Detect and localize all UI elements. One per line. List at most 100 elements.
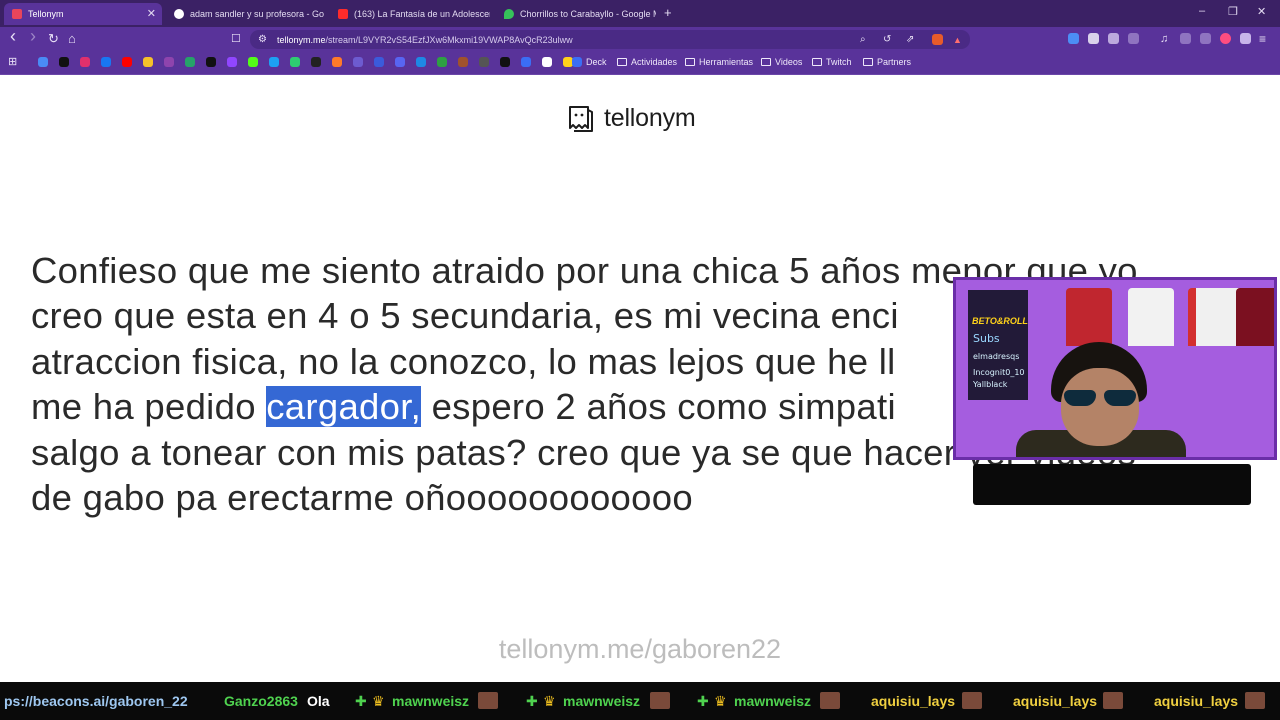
wallet-icon[interactable] [1240,33,1251,44]
bookmark-icon[interactable] [143,57,153,67]
sub-badge-icon: ✚ [355,693,367,709]
emote-icon [1103,692,1123,709]
rewards-icon[interactable]: ▲ [953,33,962,47]
folder-icon [863,58,873,66]
reload-button[interactable]: ↻ [48,32,59,46]
tiktok-icon[interactable] [59,57,69,67]
restore-button[interactable]: ❐ [1228,5,1238,18]
media-icon[interactable]: ♫ [1160,32,1168,46]
folder-icon [812,58,822,66]
folder-icon [761,58,771,66]
sidebar-icon[interactable] [1180,33,1191,44]
bookmark-icon[interactable] [416,57,426,67]
jersey-decoration [1128,288,1174,346]
emote-icon [478,692,498,709]
bookmark-icon[interactable] [437,57,447,67]
home-button[interactable]: ⌂ [68,32,76,46]
ticker-username: mawnweisz [734,693,812,709]
cam-sub-name: Yallblack [973,380,1008,389]
confession-line: atraccion fisica, no la conozco, lo mas … [31,340,896,382]
minimize-button[interactable]: – [1199,5,1205,17]
forward-button[interactable]: › [30,27,36,45]
bookmark-icon[interactable] [38,57,48,67]
extension-icon[interactable] [1068,33,1079,44]
folder-icon [685,58,695,66]
menu-icon[interactable]: ≡ [1259,32,1266,46]
tellonym-logo-icon [569,106,593,132]
emote-icon [820,692,840,709]
bookmark-folder-herramientas[interactable]: Herramientas [685,57,753,67]
bookmark-icon[interactable] [185,57,195,67]
confession-line: me ha pedido [31,386,267,428]
bookmark-icon[interactable]: ☐ [231,32,241,46]
bookmark-deck[interactable]: Deck [572,57,607,67]
tab-label: Tellonym [28,9,64,19]
profile-avatar-icon[interactable] [1220,33,1231,44]
tab-label: adam sandler y su profesora - Googl [190,9,324,19]
back-button[interactable]: ‹ [10,27,16,45]
bookmark-folder-partners[interactable]: Partners [863,57,911,67]
google-favicon-icon [174,9,184,19]
share-icon[interactable]: ⇗ [906,33,914,47]
cam-sub-name: Incognit0_10 [973,368,1025,377]
tab-youtube[interactable]: (163) La Fantasía de un Adolescente [330,3,490,25]
tab-google-maps[interactable]: Chorrillos to Carabayllo - Google Ma [496,3,656,25]
bookmarks-bar: ⊞ Deck Actividades Herramientas Videos T… [0,52,1280,75]
maps-favicon-icon [504,9,514,19]
extensions-puzzle-icon[interactable] [1108,33,1119,44]
selected-text[interactable]: cargador, [266,386,422,428]
bookmark-icon[interactable] [458,57,468,67]
facebook-icon[interactable] [101,57,111,67]
confession-line: de gabo pa erectarme oñoooooooooooo [31,477,693,519]
emote-icon [962,692,982,709]
address-bar[interactable]: ⚙ tellonym.me/stream/L9VYR2vS54EzfJXw6Mk… [250,30,970,49]
bookmark-folder-videos[interactable]: Videos [761,57,802,67]
confession-line: creo que esta en 4 o 5 secundaria, es mi… [31,295,899,337]
ticker-username: aquisiu_lays [1154,693,1239,709]
apps-grid-icon[interactable]: ⊞ [8,55,17,69]
x-twitter-icon[interactable] [206,57,216,67]
zoom-icon[interactable]: ⌕ [860,33,866,47]
bookmark-icon[interactable] [332,57,342,67]
new-tab-button[interactable]: + [664,5,672,20]
crown-badge-icon: ♛ [372,693,385,709]
sub-badge-icon: ✚ [526,693,538,709]
history-icon[interactable]: ↺ [883,33,891,47]
logo-wordmark: tellonym [604,103,696,132]
tab-google-search[interactable]: adam sandler y su profesora - Googl [166,3,324,25]
kick-icon[interactable] [248,57,258,67]
close-tab-icon[interactable]: ✕ [147,7,156,20]
bookmark-icon[interactable] [164,57,174,67]
ticker-username: Ganzo2863 [224,693,298,709]
bookmark-icon[interactable] [311,57,321,67]
bookmark-icon[interactable] [542,57,552,67]
bookmark-folder-actividades[interactable]: Actividades [617,57,677,67]
bookmark-icon[interactable] [290,57,300,67]
crown-badge-icon: ♛ [543,693,556,709]
bookmark-icon[interactable] [269,57,279,67]
leo-icon[interactable] [1200,33,1211,44]
bookmark-folder-twitch[interactable]: Twitch [812,57,852,67]
confession-line: espero 2 años como simpati [421,386,896,428]
tab-label: (163) La Fantasía de un Adolescente [354,9,490,19]
site-info-icon[interactable]: ⚙ [258,33,267,47]
bookmark-icon[interactable] [395,57,405,67]
tab-label: Chorrillos to Carabayllo - Google Ma [520,9,656,19]
close-window-button[interactable]: ✕ [1257,5,1266,18]
youtube-icon[interactable] [122,57,132,67]
bookmark-icon[interactable] [479,57,489,67]
tab-tellonym[interactable]: Tellonym ✕ [4,3,162,25]
bookmark-icon[interactable] [374,57,384,67]
extension-icon[interactable] [1088,33,1099,44]
brave-shield-icon[interactable] [932,34,943,45]
extension-icon[interactable] [1128,33,1139,44]
profile-url: tellonym.me/gaboren22 [498,634,782,664]
cam-sub-name: elmadresqs [973,352,1020,361]
emote-icon [650,692,670,709]
bookmark-icon[interactable] [521,57,531,67]
toolbar: ‹ › ↻ ⌂ ☐ ⚙ tellonym.me/stream/L9VYR2vS5… [0,27,1280,52]
bookmark-icon[interactable] [500,57,510,67]
bookmark-icon[interactable] [353,57,363,67]
instagram-icon[interactable] [80,57,90,67]
twitch-icon[interactable] [227,57,237,67]
